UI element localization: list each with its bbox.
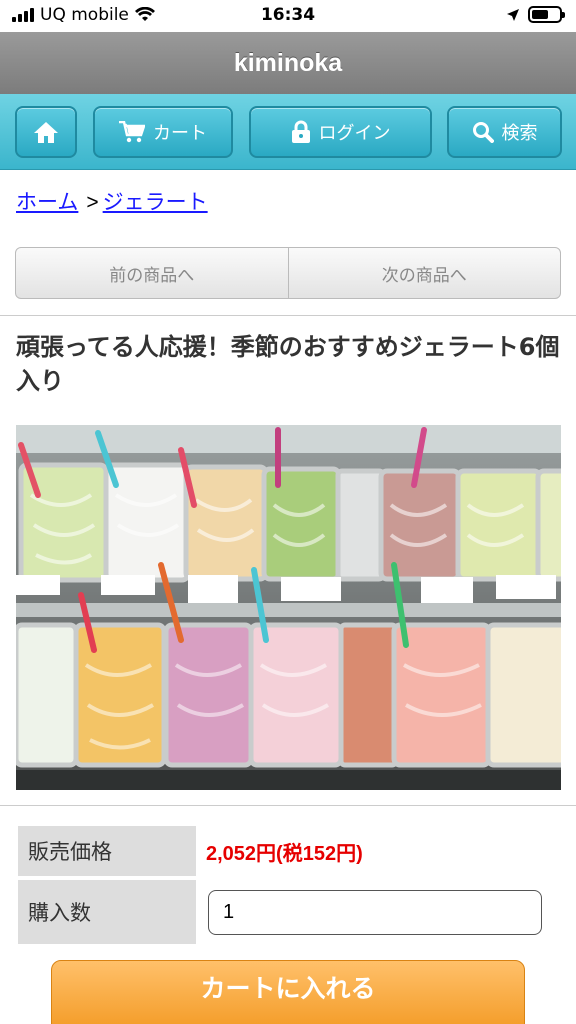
location-arrow-icon bbox=[507, 8, 519, 21]
product-title: 頑張ってる人応援！季節のおすすめジェラート6個入り bbox=[16, 333, 560, 395]
lock-icon bbox=[291, 120, 310, 143]
quantity-cell bbox=[196, 880, 542, 944]
login-button[interactable]: ログイン bbox=[249, 106, 432, 158]
breadcrumb: ホーム > ジェラート bbox=[16, 186, 208, 216]
breadcrumb-separator: > bbox=[86, 191, 99, 214]
breadcrumb-category-link[interactable]: ジェラート bbox=[103, 191, 208, 214]
breadcrumb-home-link[interactable]: ホーム bbox=[16, 191, 78, 214]
quantity-row: 購入数 bbox=[18, 880, 542, 944]
site-header: kiminoka bbox=[0, 32, 576, 94]
divider bbox=[0, 805, 576, 806]
quantity-input[interactable] bbox=[208, 889, 542, 935]
home-icon bbox=[34, 122, 58, 143]
price-label: 販売価格 bbox=[18, 826, 196, 876]
divider bbox=[0, 315, 576, 316]
battery-icon bbox=[528, 6, 565, 23]
quantity-label: 購入数 bbox=[18, 880, 196, 944]
status-right bbox=[506, 6, 565, 23]
nav-bar: カート ログイン 検索 bbox=[0, 94, 576, 170]
product-pager: 前の商品へ 次の商品へ bbox=[15, 247, 561, 299]
product-image[interactable] bbox=[16, 425, 561, 790]
cart-nav-button[interactable]: カート bbox=[93, 106, 233, 158]
add-to-cart-button[interactable]: カートに入れる bbox=[51, 960, 525, 1024]
clock: 16:34 bbox=[260, 5, 316, 25]
price-row: 販売価格 2,052円(税152円) bbox=[18, 826, 542, 876]
cart-nav-label: カート bbox=[153, 123, 207, 144]
status-bar: UQ mobile 16:34 bbox=[0, 0, 576, 32]
search-button[interactable]: 検索 bbox=[447, 106, 562, 158]
spec-table: 販売価格 2,052円(税152円) 購入数 bbox=[18, 822, 542, 948]
search-icon bbox=[472, 122, 494, 143]
price-value: 2,052円(税152円) bbox=[206, 842, 363, 865]
cart-icon bbox=[119, 121, 145, 143]
search-label: 検索 bbox=[501, 123, 538, 144]
site-title[interactable]: kiminoka bbox=[234, 49, 342, 78]
prev-product-button[interactable]: 前の商品へ bbox=[16, 248, 288, 298]
login-label: ログイン bbox=[318, 123, 391, 144]
home-button[interactable] bbox=[15, 106, 77, 158]
next-product-button[interactable]: 次の商品へ bbox=[287, 248, 561, 298]
